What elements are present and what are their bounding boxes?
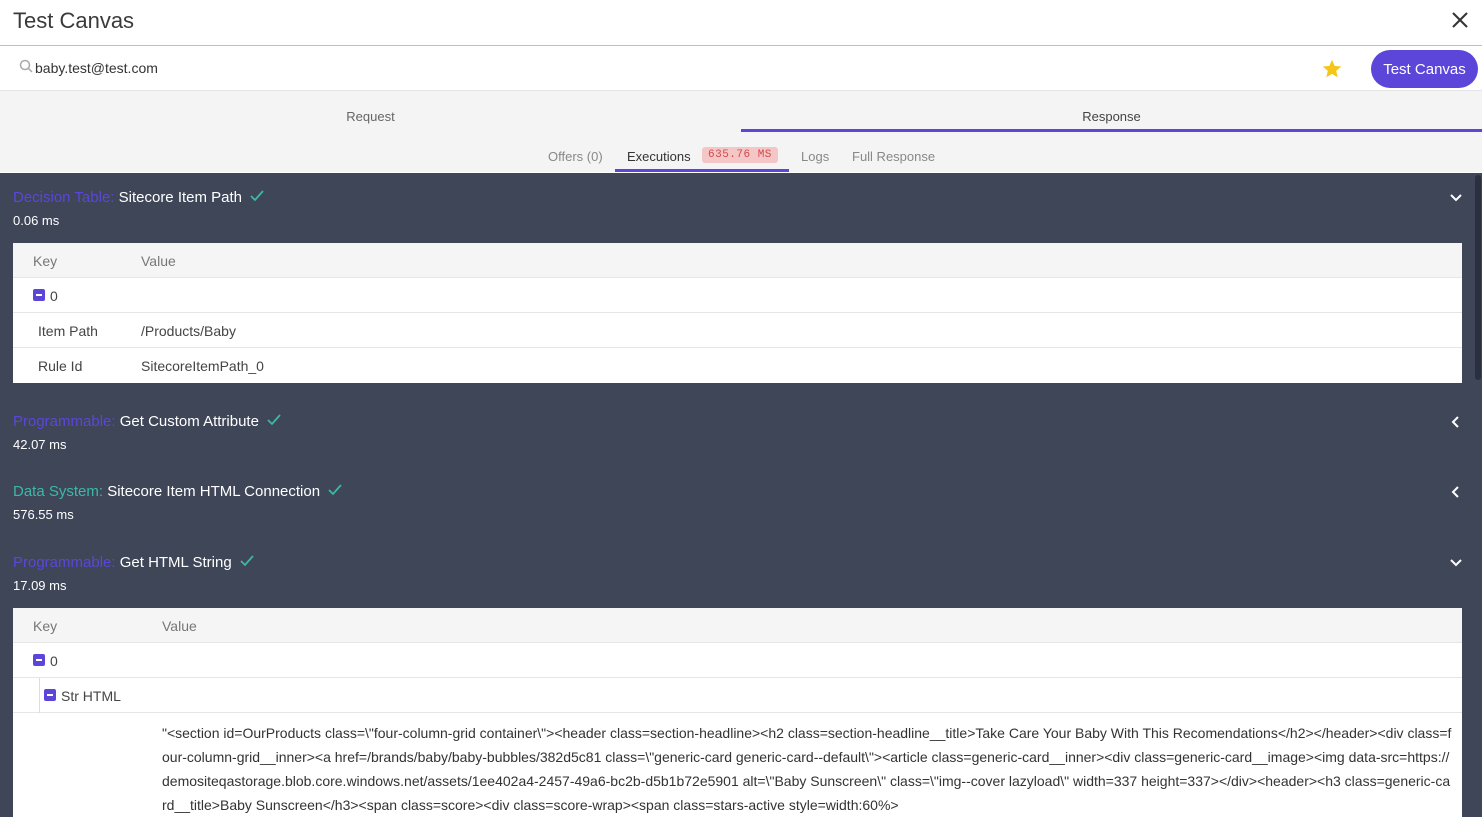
check-icon — [328, 484, 342, 496]
table-row: Item Path /Products/Baby — [13, 313, 1462, 348]
table-group-row: 0 — [13, 643, 1462, 678]
executions-panel: Decision Table: Sitecore Item Path 0.06 … — [0, 173, 1482, 817]
search-bar: Test Canvas — [0, 46, 1482, 91]
row-key: Item Path — [38, 323, 98, 339]
check-icon — [267, 414, 281, 426]
execution-time: 0.06 ms — [13, 213, 60, 228]
value-column-header: Value — [141, 253, 176, 269]
active-subtab-indicator — [615, 169, 789, 172]
table-row: Rule Id SitecoreItemPath_0 — [13, 348, 1462, 383]
subtab-logs[interactable]: Logs — [801, 149, 829, 164]
response-subtabs: Offers (0) Executions 635.76 MS Logs Ful… — [0, 132, 1482, 172]
test-canvas-button[interactable]: Test Canvas — [1371, 50, 1478, 88]
execution-table: Key Value 0 Item Path /Products/Baby Rul… — [13, 243, 1462, 383]
subtab-executions[interactable]: Executions — [627, 149, 691, 164]
execution-table: Key Value 0 Str HTML "<section id=OurPro… — [13, 608, 1462, 817]
table-header-row: Key Value — [13, 243, 1462, 278]
scrollbar-thumb[interactable] — [1475, 175, 1481, 380]
executions-time-badge: 635.76 MS — [702, 147, 778, 163]
execution-header[interactable]: Data System: Sitecore Item HTML Connecti… — [13, 483, 342, 500]
execution-header[interactable]: Programmable: Get Custom Attribute — [13, 413, 281, 430]
html-string-value: "<section id=OurProducts class=\"four-co… — [162, 725, 1452, 813]
search-icon — [19, 59, 33, 73]
collapse-icon[interactable] — [44, 689, 56, 701]
execution-name: Get HTML String — [119, 554, 232, 571]
row-value: /Products/Baby — [141, 323, 236, 339]
execution-time: 17.09 ms — [13, 578, 67, 593]
execution-time: 42.07 ms — [13, 437, 67, 452]
chevron-left-icon[interactable] — [1449, 485, 1463, 499]
execution-time: 576.55 ms — [13, 507, 74, 522]
key-column-header: Key — [33, 618, 58, 634]
collapse-icon[interactable] — [33, 289, 45, 301]
execution-kind: Decision Table: — [13, 189, 115, 206]
scrollbar-track[interactable] — [1474, 173, 1482, 817]
chevron-left-icon[interactable] — [1449, 415, 1463, 429]
tree-guide-line — [39, 678, 40, 713]
close-icon[interactable] — [1450, 10, 1470, 30]
search-input[interactable] — [35, 57, 935, 79]
subtab-full-response[interactable]: Full Response — [852, 149, 935, 164]
chevron-down-icon[interactable] — [1449, 556, 1463, 570]
execution-name: Sitecore Item HTML Connection — [107, 483, 321, 500]
execution-kind: Programmable: — [13, 554, 116, 571]
dialog-title: Test Canvas — [13, 8, 135, 33]
execution-kind: Data System: — [13, 483, 104, 500]
table-subgroup-row: Str HTML — [13, 678, 1462, 713]
tab-request[interactable]: Request — [0, 91, 741, 132]
collapse-icon[interactable] — [33, 654, 45, 666]
execution-name: Get Custom Attribute — [119, 413, 259, 430]
dialog-header: Test Canvas — [0, 0, 1482, 46]
table-header-row: Key Value — [13, 608, 1462, 643]
execution-header[interactable]: Programmable: Get HTML String — [13, 554, 254, 571]
row-key: Rule Id — [38, 358, 83, 374]
execution-kind: Programmable: — [13, 413, 116, 430]
subtab-offers[interactable]: Offers (0) — [548, 149, 603, 164]
check-icon — [240, 555, 254, 567]
group-key: 0 — [50, 288, 58, 304]
star-icon[interactable] — [1321, 58, 1343, 80]
key-column-header: Key — [33, 253, 58, 269]
tabs-area: Request Response Offers (0) Executions 6… — [0, 91, 1482, 172]
tab-response[interactable]: Response — [741, 91, 1482, 132]
row-value: SitecoreItemPath_0 — [141, 358, 264, 374]
chevron-down-icon[interactable] — [1449, 191, 1463, 205]
value-column-header: Value — [162, 618, 197, 634]
check-icon — [250, 190, 264, 202]
execution-name: Sitecore Item Path — [118, 189, 243, 206]
execution-header[interactable]: Decision Table: Sitecore Item Path — [13, 189, 264, 206]
subgroup-key: Str HTML — [61, 688, 121, 704]
html-value-cell: "<section id=OurProducts class=\"four-co… — [13, 713, 1462, 817]
group-key: 0 — [50, 653, 58, 669]
table-group-row: 0 — [13, 278, 1462, 313]
